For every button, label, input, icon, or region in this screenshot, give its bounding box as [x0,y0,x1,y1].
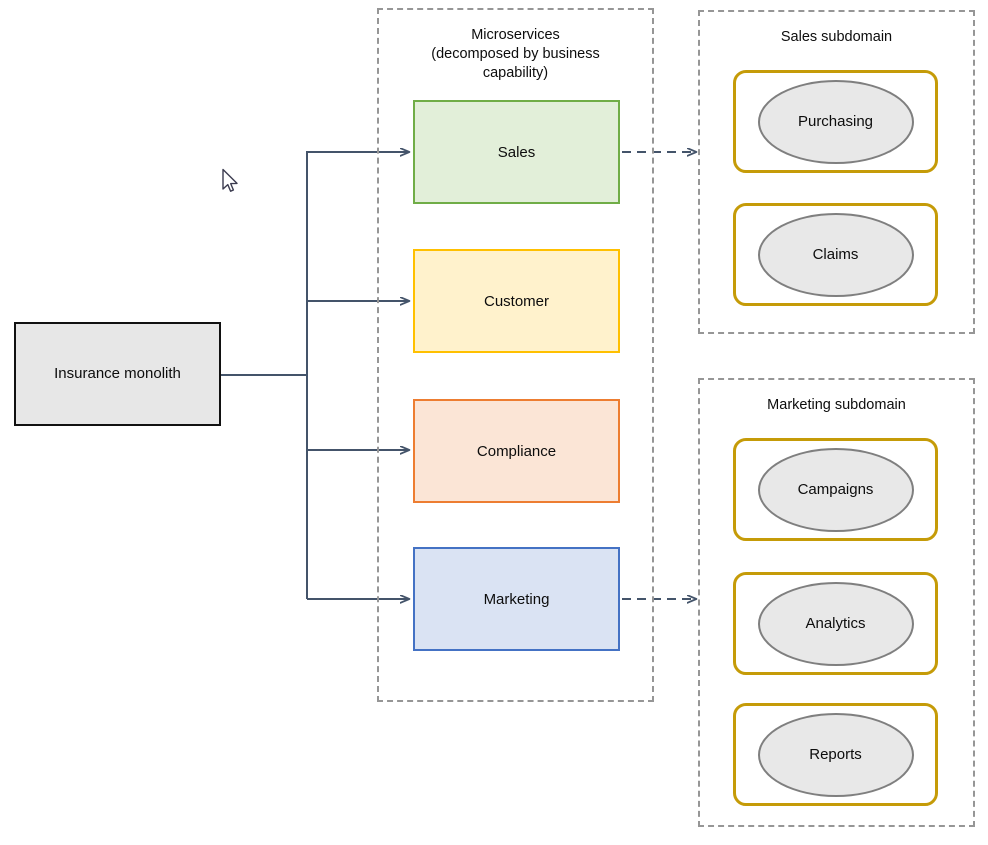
service-label: Sales [497,143,536,161]
service-box-marketing[interactable]: Marketing [413,547,620,651]
subdomain-card-analytics[interactable]: Analytics [733,572,938,675]
service-box-customer[interactable]: Customer [413,249,620,353]
subdomain-card-purchasing[interactable]: Purchasing [733,70,938,173]
subdomain-label: Campaigns [797,481,874,498]
subdomain-ellipse: Analytics [757,581,914,666]
subdomain-ellipse: Purchasing [757,79,914,164]
subdomain-ellipse: Campaigns [757,447,914,532]
marketing-subdomain-title: Marketing subdomain [767,397,906,413]
microservices-group-title: Microservices (decomposed by business ca… [379,26,652,83]
service-label: Marketing [483,590,550,608]
subdomain-label: Claims [812,246,859,263]
diagram-canvas: Insurance monolith Microservices (decomp… [0,0,988,845]
subdomain-label: Reports [809,746,862,763]
insurance-monolith-box[interactable]: Insurance monolith [14,322,221,426]
subdomain-card-campaigns[interactable]: Campaigns [733,438,938,541]
subdomain-card-claims[interactable]: Claims [733,203,938,306]
microservices-title-line-3: capability) [482,65,549,82]
subdomain-ellipse: Reports [757,712,914,797]
microservices-title-line-1: Microservices [471,27,560,43]
service-box-sales[interactable]: Sales [413,100,620,204]
microservices-title-line-2: (decomposed by business [431,46,600,63]
subdomain-ellipse: Claims [757,212,914,297]
subdomain-card-reports[interactable]: Reports [733,703,938,806]
service-box-compliance[interactable]: Compliance [413,399,620,503]
sales-subdomain-title: Sales subdomain [780,29,893,45]
service-label: Compliance [476,442,557,460]
subdomain-label: Analytics [805,615,866,632]
mouse-pointer-icon [222,168,238,192]
subdomain-label: Purchasing [797,113,874,130]
insurance-monolith-label: Insurance monolith [54,365,181,382]
service-label: Customer [483,292,550,310]
